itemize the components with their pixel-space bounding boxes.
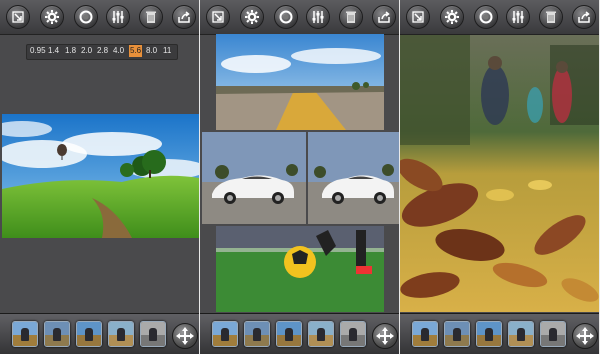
filter-bar <box>0 313 199 354</box>
move-arrows-icon[interactable] <box>172 323 198 349</box>
fstop-option[interactable]: 0.95 <box>30 46 46 55</box>
filter-thumbnail[interactable] <box>44 321 70 347</box>
screen-panel-3 <box>400 0 599 354</box>
import-icon[interactable] <box>406 5 430 29</box>
car-photo-left <box>202 132 306 224</box>
filter-thumbnail[interactable] <box>212 321 238 347</box>
filter-thumbnail[interactable] <box>76 321 102 347</box>
fstop-selector[interactable]: 0.95 1.4 1.8 2.0 2.8 4.0 5.6 8.0 11 <box>26 44 178 60</box>
app-screenshot-collage: 0.95 1.4 1.8 2.0 2.8 4.0 5.6 8.0 11 <box>0 0 600 354</box>
fstop-option[interactable]: 8.0 <box>146 46 157 55</box>
filter-thumbnail[interactable] <box>108 321 134 347</box>
filter-thumbnail[interactable] <box>508 321 534 347</box>
top-toolbar <box>200 0 399 35</box>
import-icon[interactable] <box>6 5 30 29</box>
focus-circle-icon[interactable] <box>274 5 298 29</box>
share-icon[interactable] <box>172 5 196 29</box>
focus-circle-icon[interactable] <box>74 5 98 29</box>
screen-panel-1: 0.95 1.4 1.8 2.0 2.8 4.0 5.6 8.0 11 <box>0 0 199 354</box>
filter-thumbnail[interactable] <box>244 321 270 347</box>
car-photo-right <box>308 132 399 224</box>
settings-gear-icon[interactable] <box>240 5 264 29</box>
adjust-sliders-icon[interactable] <box>506 5 530 29</box>
settings-gear-icon[interactable] <box>440 5 464 29</box>
filter-thumbnail[interactable] <box>540 321 566 347</box>
filter-thumbnail[interactable] <box>308 321 334 347</box>
share-icon[interactable] <box>572 5 596 29</box>
filter-thumbnail[interactable] <box>412 321 438 347</box>
fstop-option[interactable]: 1.8 <box>65 46 76 55</box>
screen-panel-2 <box>200 0 399 354</box>
settings-gear-icon[interactable] <box>40 5 64 29</box>
import-icon[interactable] <box>206 5 230 29</box>
filter-thumbnail[interactable] <box>476 321 502 347</box>
fstop-option[interactable]: 2.0 <box>81 46 92 55</box>
trash-icon[interactable] <box>539 5 563 29</box>
trash-icon[interactable] <box>139 5 163 29</box>
fstop-option[interactable]: 11 <box>163 46 171 55</box>
landscape-photo <box>2 114 199 238</box>
filter-bar <box>200 313 399 354</box>
fstop-option-selected[interactable]: 5.6 <box>129 45 143 57</box>
share-icon[interactable] <box>372 5 396 29</box>
fstop-option[interactable]: 4.0 <box>113 46 124 55</box>
filter-thumbnail[interactable] <box>140 321 166 347</box>
filter-thumbnail[interactable] <box>12 321 38 347</box>
top-toolbar <box>0 0 199 35</box>
filter-thumbnail[interactable] <box>340 321 366 347</box>
adjust-sliders-icon[interactable] <box>306 5 330 29</box>
focus-circle-icon[interactable] <box>474 5 498 29</box>
fstop-option[interactable]: 1.4 <box>48 46 59 55</box>
fstop-option[interactable]: 2.8 <box>97 46 108 55</box>
move-arrows-icon[interactable] <box>372 323 398 349</box>
trash-icon[interactable] <box>339 5 363 29</box>
road-photo <box>216 34 384 130</box>
soccer-photo <box>216 226 384 312</box>
adjust-sliders-icon[interactable] <box>106 5 130 29</box>
autumn-leaves-photo <box>400 35 599 312</box>
move-arrows-icon[interactable] <box>572 323 598 349</box>
filter-thumbnail[interactable] <box>276 321 302 347</box>
filter-bar <box>400 313 599 354</box>
filter-thumbnail[interactable] <box>444 321 470 347</box>
top-toolbar <box>400 0 599 35</box>
